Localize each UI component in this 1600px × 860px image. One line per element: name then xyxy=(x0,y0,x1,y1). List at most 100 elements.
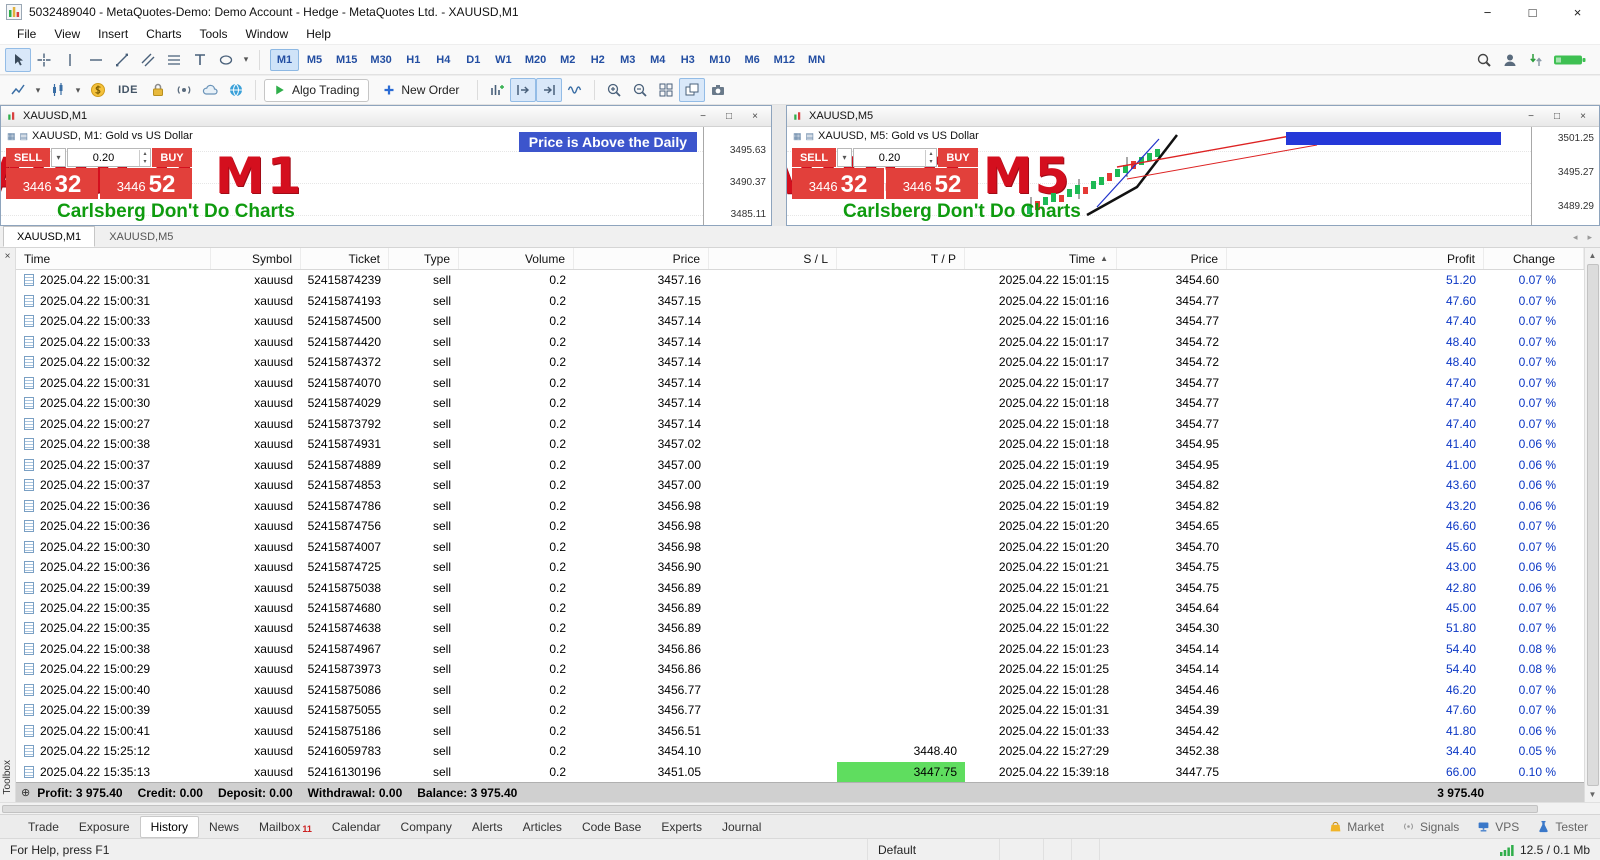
chart-restore-button[interactable]: □ xyxy=(1546,108,1568,124)
zoom-out-icon[interactable] xyxy=(627,78,653,102)
history-row[interactable]: 2025.04.22 15:00:33 xauusd 52415874500 sell… xyxy=(16,311,1584,331)
history-row[interactable]: 2025.04.22 15:25:12 xauusd 52416059783 sell… xyxy=(16,741,1584,761)
community-globe-icon[interactable] xyxy=(223,78,249,102)
chart-window-titlebar[interactable]: XAUUSD,M5 − □ × xyxy=(787,106,1599,127)
menu-help[interactable]: Help xyxy=(297,25,340,43)
timeframe-h4[interactable]: H4 xyxy=(429,49,458,71)
volume-dropdown-button[interactable]: ▾ xyxy=(51,148,66,167)
tile-windows-icon[interactable] xyxy=(653,78,679,102)
sell-button[interactable]: SELL xyxy=(792,148,836,167)
volume-down-icon[interactable]: ▾ xyxy=(140,158,150,166)
new-order-button[interactable]: New Order xyxy=(373,79,469,102)
column-header-type[interactable]: Type xyxy=(389,248,459,269)
vertical-scrollbar[interactable]: ▲ ▼ xyxy=(1584,248,1600,802)
bid-price-display[interactable]: 3446 32 xyxy=(6,168,98,199)
column-header-symbol[interactable]: Symbol xyxy=(211,248,301,269)
bottom-tab-experts[interactable]: Experts xyxy=(651,817,712,837)
timeframe-m3[interactable]: M3 xyxy=(613,49,642,71)
chart-window-xauusd-m5[interactable]: XAUUSD,M5 − □ × XAUUSD M5 Carlsberg Don'… xyxy=(786,105,1600,226)
column-header-profit[interactable]: Profit xyxy=(1227,248,1484,269)
timeframe-m6[interactable]: M6 xyxy=(738,49,767,71)
volume-input[interactable]: 0.20 ▴ ▾ xyxy=(67,148,151,167)
chart-minimize-button[interactable]: − xyxy=(1520,108,1542,124)
column-header-tp[interactable]: T / P xyxy=(837,248,965,269)
vps-button[interactable]: VPS xyxy=(1477,820,1519,834)
price-scale[interactable]: 3501.25 3495.27 3489.29 xyxy=(1531,127,1599,225)
history-row[interactable]: 2025.04.22 15:00:31 xauusd 52415874193 sell… xyxy=(16,290,1584,310)
column-header-change[interactable]: Change xyxy=(1484,248,1584,269)
screenshot-icon[interactable] xyxy=(705,78,731,102)
menu-window[interactable]: Window xyxy=(237,25,298,43)
history-row[interactable]: 2025.04.22 15:00:31 xauusd 52415874070 sell… xyxy=(16,372,1584,392)
volume-up-icon[interactable]: ▴ xyxy=(926,150,936,158)
chart-minimize-button[interactable]: − xyxy=(692,108,714,124)
cascade-windows-icon[interactable] xyxy=(679,78,706,102)
buy-button[interactable]: BUY xyxy=(152,148,192,167)
close-button[interactable]: × xyxy=(1555,0,1600,24)
period-dropdown-icon[interactable]: ▾ xyxy=(71,78,85,102)
plus-circle-icon[interactable]: ⊕ xyxy=(21,786,30,799)
algo-trading-button[interactable]: Algo Trading xyxy=(264,78,370,102)
chart-close-button[interactable]: × xyxy=(744,108,766,124)
status-profile[interactable]: Default xyxy=(868,839,1000,860)
tester-button[interactable]: Tester xyxy=(1537,820,1588,834)
timeframe-m1[interactable]: M1 xyxy=(270,48,299,71)
ide-button[interactable]: IDE xyxy=(111,78,145,102)
maximize-button[interactable]: □ xyxy=(1510,0,1555,24)
menu-view[interactable]: View xyxy=(45,25,89,43)
chart-tab-xauusd-m1[interactable]: XAUUSD,M1 xyxy=(3,226,96,247)
volume-down-icon[interactable]: ▾ xyxy=(926,158,936,166)
history-row[interactable]: 2025.04.22 15:35:13 xauusd 52416130196 sell… xyxy=(16,761,1584,783)
horizontal-scrollbar[interactable] xyxy=(0,802,1600,814)
candlestick-chart-type-icon[interactable] xyxy=(45,78,71,102)
bottom-tab-articles[interactable]: Articles xyxy=(513,817,572,837)
chart-canvas[interactable]: XAUUSD M1 Carlsberg Don't Do Charts Pric… xyxy=(1,127,771,225)
price-scale[interactable]: 3495.63 3490.37 3485.11 xyxy=(703,127,771,225)
bottom-tab-journal[interactable]: Journal xyxy=(712,817,771,837)
bottom-tab-news[interactable]: News xyxy=(199,817,249,837)
history-row[interactable]: 2025.04.22 15:00:36 xauusd 52415874786 sell… xyxy=(16,495,1584,515)
timeframe-h2[interactable]: H2 xyxy=(583,49,612,71)
history-row[interactable]: 2025.04.22 15:00:35 xauusd 52415874680 sell… xyxy=(16,598,1584,618)
ask-price-display[interactable]: 3446 52 xyxy=(886,168,978,199)
sell-button[interactable]: SELL xyxy=(6,148,50,167)
history-row[interactable]: 2025.04.22 15:00:33 xauusd 52415874420 sell… xyxy=(16,331,1584,351)
timeframe-m20[interactable]: M20 xyxy=(519,49,552,71)
toolbox-close-button[interactable]: × xyxy=(5,248,11,265)
bottom-tab-code-base[interactable]: Code Base xyxy=(572,817,651,837)
timeframe-h1[interactable]: H1 xyxy=(399,49,428,71)
history-row[interactable]: 2025.04.22 15:00:37 xauusd 52415874889 sell… xyxy=(16,454,1584,474)
bottom-tab-calendar[interactable]: Calendar xyxy=(322,817,391,837)
history-row[interactable]: 2025.04.22 15:00:30 xauusd 52415874029 sell… xyxy=(16,393,1584,413)
quotes-icon[interactable] xyxy=(85,78,111,102)
history-row[interactable]: 2025.04.22 15:00:32 xauusd 52415874372 sell… xyxy=(16,352,1584,372)
timeframe-m10[interactable]: M10 xyxy=(703,49,736,71)
auto-scroll-icon[interactable] xyxy=(536,78,563,102)
menu-charts[interactable]: Charts xyxy=(137,25,190,43)
column-header-sl[interactable]: S / L xyxy=(709,248,837,269)
menu-tools[interactable]: Tools xyxy=(191,25,237,43)
column-header-close-time[interactable]: Time ▲ xyxy=(965,248,1117,269)
column-header-volume[interactable]: Volume xyxy=(459,248,574,269)
timeframe-m5[interactable]: M5 xyxy=(300,49,329,71)
timeframe-m2[interactable]: M2 xyxy=(553,49,582,71)
vertical-scrollbar-thumb[interactable] xyxy=(1586,264,1599,786)
shapes-tool-button[interactable] xyxy=(213,48,239,72)
fibonacci-tool-button[interactable] xyxy=(161,48,187,72)
history-row[interactable]: 2025.04.22 15:00:29 xauusd 52415873973 sell… xyxy=(16,659,1584,679)
bottom-tab-history[interactable]: History xyxy=(139,815,199,838)
column-header-close-price[interactable]: Price xyxy=(1117,248,1227,269)
scroll-down-icon[interactable]: ▼ xyxy=(1589,787,1597,802)
volume-up-icon[interactable]: ▴ xyxy=(140,150,150,158)
chart-window-titlebar[interactable]: XAUUSD,M1 − □ × xyxy=(1,106,771,127)
chart-type-dropdown-icon[interactable]: ▾ xyxy=(31,78,45,102)
chart-window-xauusd-m1[interactable]: XAUUSD,M1 − □ × XAUUSD M1 Carlsberg Don'… xyxy=(0,105,772,226)
timeframe-h3[interactable]: H3 xyxy=(673,49,702,71)
vertical-line-tool-button[interactable] xyxy=(57,48,83,72)
signals-button[interactable]: Signals xyxy=(1402,820,1459,834)
trendline-tool-button[interactable] xyxy=(109,48,135,72)
zoom-in-icon[interactable] xyxy=(601,78,627,102)
timeframe-m30[interactable]: M30 xyxy=(364,49,397,71)
chart-canvas[interactable]: XAUUSD M5 Carlsberg Don't Do Charts xyxy=(787,127,1599,225)
channel-tool-button[interactable] xyxy=(135,48,161,72)
